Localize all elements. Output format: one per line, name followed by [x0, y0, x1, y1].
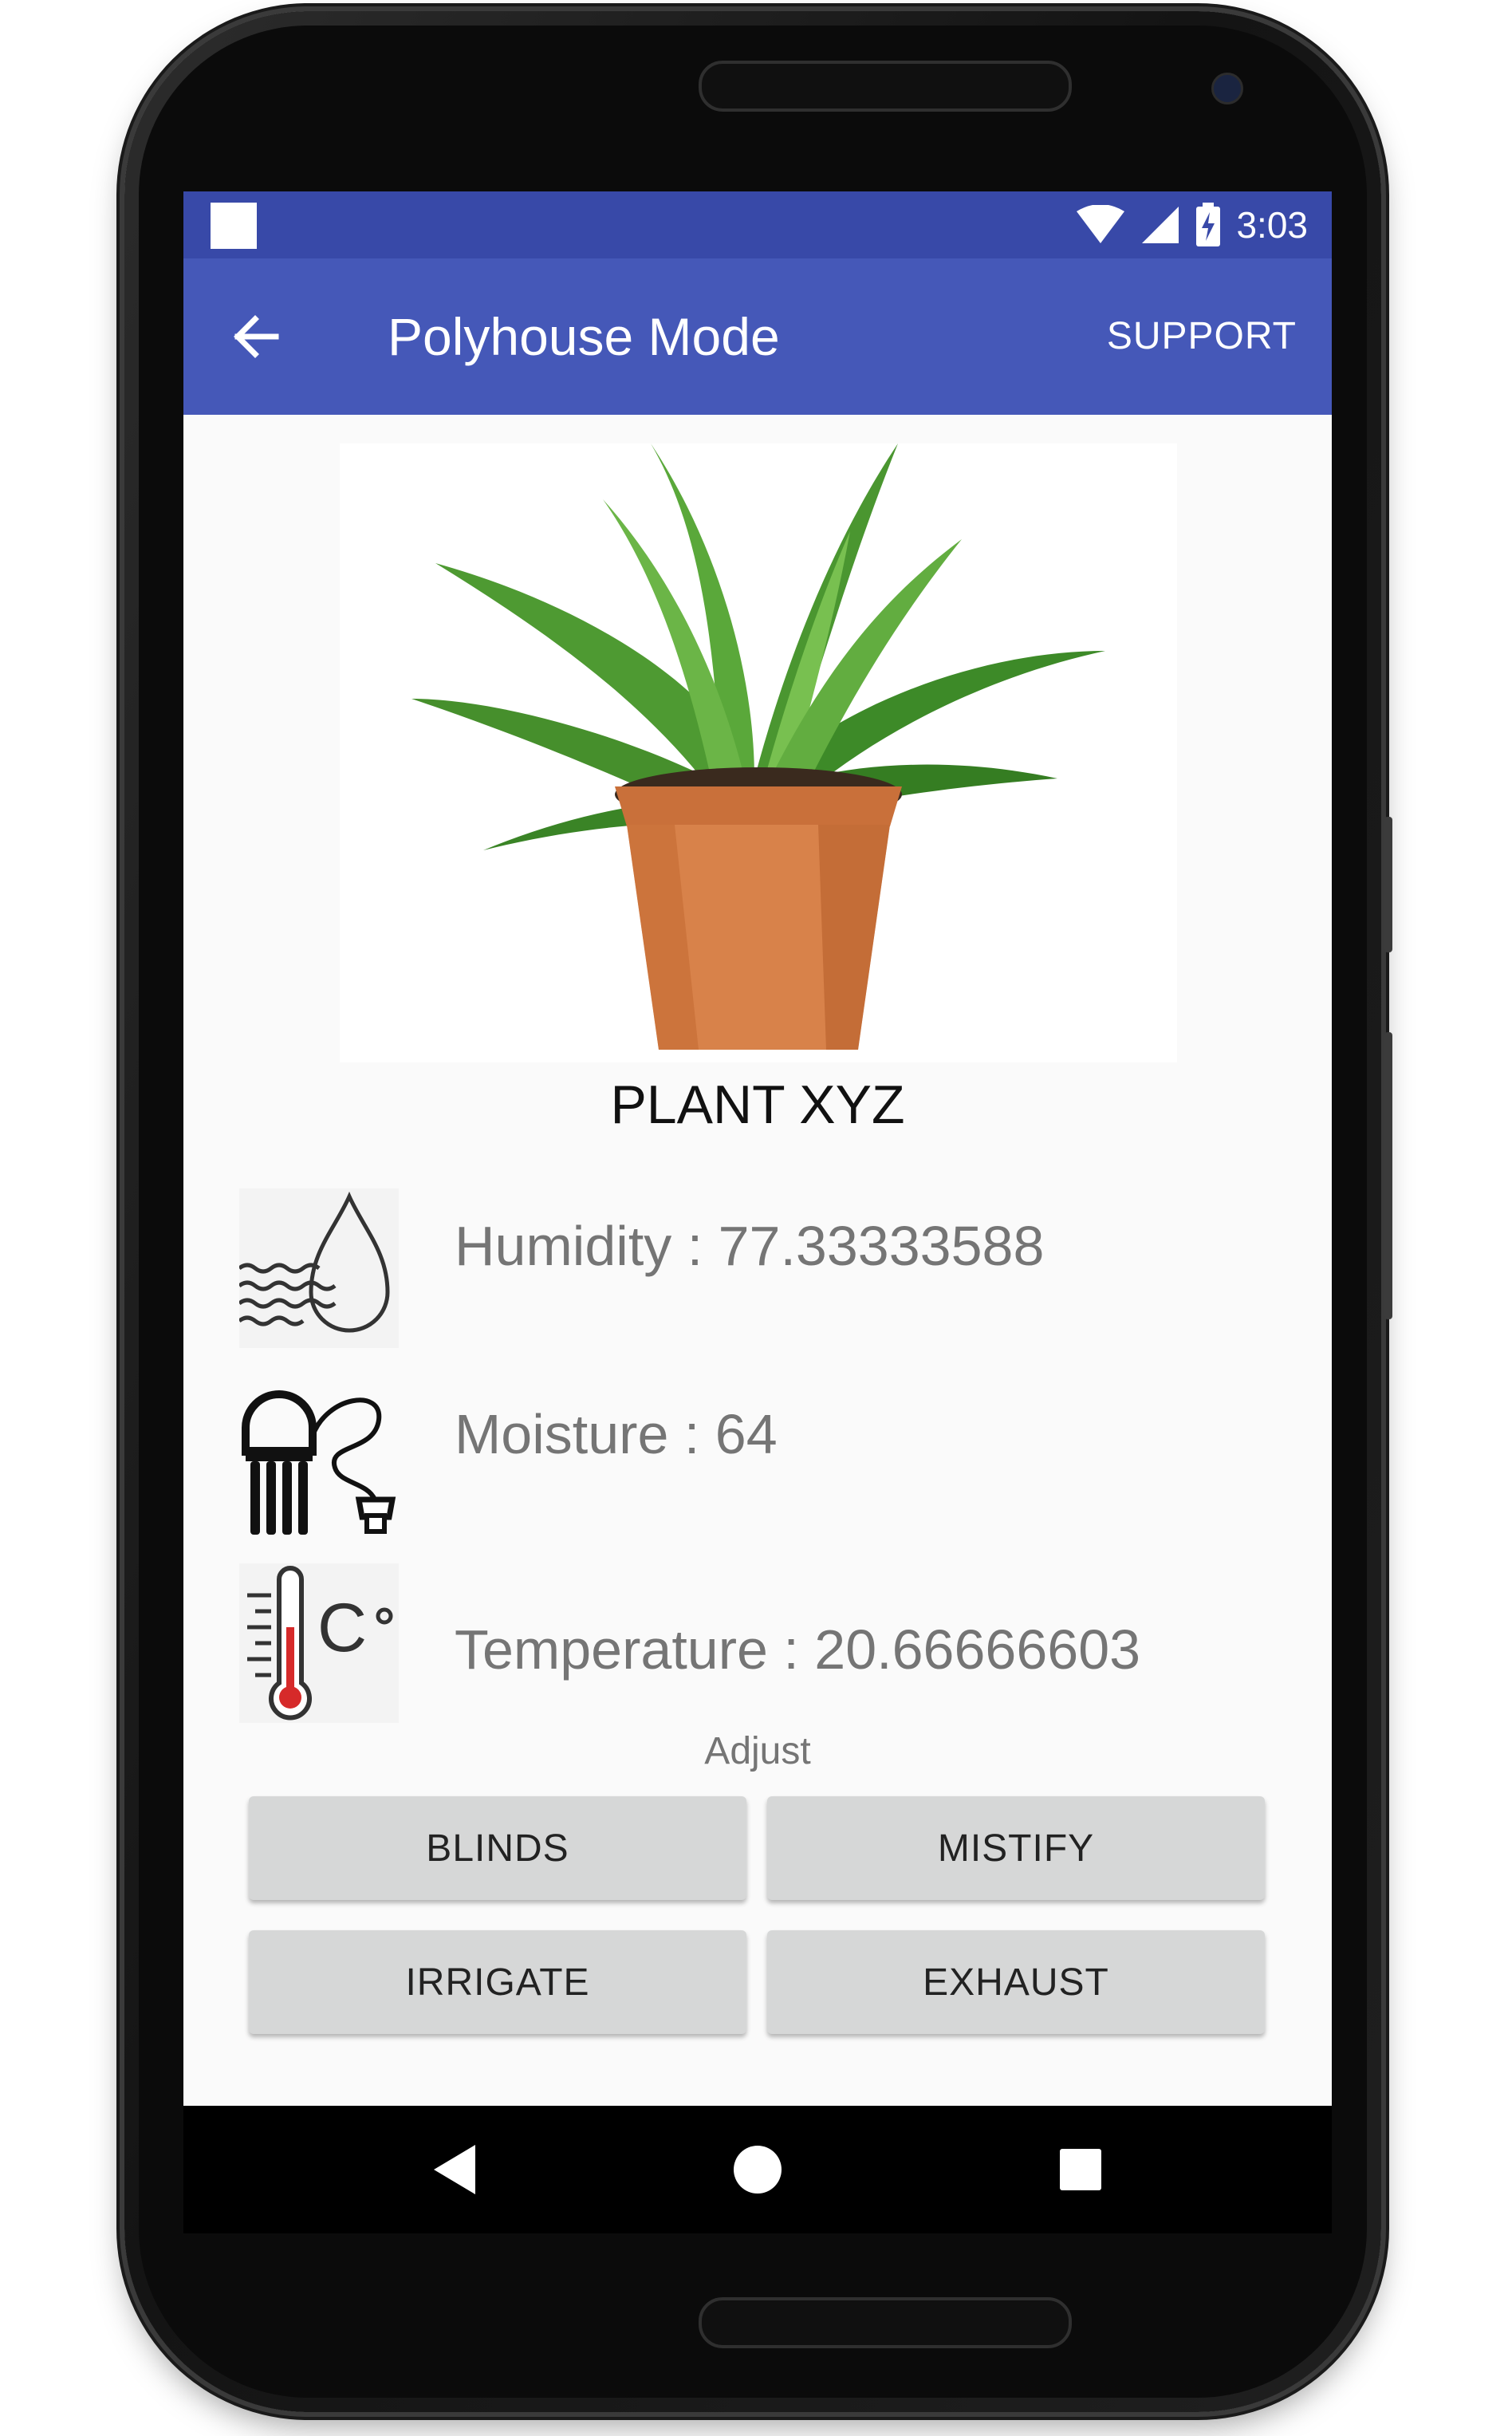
page-title: Polyhouse Mode [388, 307, 780, 366]
wifi-icon [1077, 205, 1125, 243]
plant-name: PLANT XYZ [610, 1074, 905, 1135]
nav-recents-icon [1060, 2149, 1101, 2190]
support-button[interactable]: SUPPORT [1107, 258, 1297, 415]
signal-icon [1142, 207, 1179, 243]
volume-button [1384, 1032, 1392, 1319]
blinds-button[interactable]: BLINDS [249, 1796, 746, 1900]
status-icons: 3:03 [1075, 191, 1308, 258]
arrow-back-icon [234, 315, 279, 358]
navigation-bar [183, 2106, 1332, 2233]
moisture-reading: Moisture : 64 [455, 1403, 778, 1465]
thermometer-celsius-icon: C [239, 1563, 399, 1723]
power-button [1384, 817, 1392, 952]
notification-square-icon [211, 203, 257, 249]
svg-text:C: C [317, 1590, 367, 1666]
status-time: 3:03 [1236, 204, 1308, 246]
soil-moisture-sensor-icon [239, 1380, 399, 1539]
nav-home-icon [734, 2146, 782, 2194]
nav-home-button[interactable] [726, 2138, 789, 2201]
humidity-drop-icon [238, 1188, 399, 1348]
adjust-label: Adjust [704, 1730, 811, 1772]
app-screen: 3:03 Polyhouse Mode SUPPORT PLANT XYZ Hu… [183, 191, 1332, 2106]
nav-back-icon [434, 2145, 475, 2194]
humidity-reading: Humidity : 77.33333588 [455, 1215, 1045, 1277]
nav-back-button[interactable] [423, 2138, 486, 2201]
back-button[interactable] [225, 305, 289, 369]
front-camera [1211, 73, 1243, 104]
bottom-speaker [699, 2297, 1072, 2348]
potted-plant-image [340, 443, 1177, 1062]
top-speaker [699, 61, 1072, 112]
nav-recents-button[interactable] [1049, 2138, 1112, 2201]
app-bar: Polyhouse Mode SUPPORT [183, 258, 1332, 415]
exhaust-button[interactable]: EXHAUST [767, 1930, 1265, 2034]
irrigate-button[interactable]: IRRIGATE [249, 1930, 746, 2034]
mistify-button[interactable]: MISTIFY [767, 1796, 1265, 1900]
battery-charging-icon [1196, 203, 1221, 246]
status-bar: 3:03 [183, 191, 1332, 258]
temperature-reading: Temperature : 20.66666603 [455, 1618, 1141, 1681]
